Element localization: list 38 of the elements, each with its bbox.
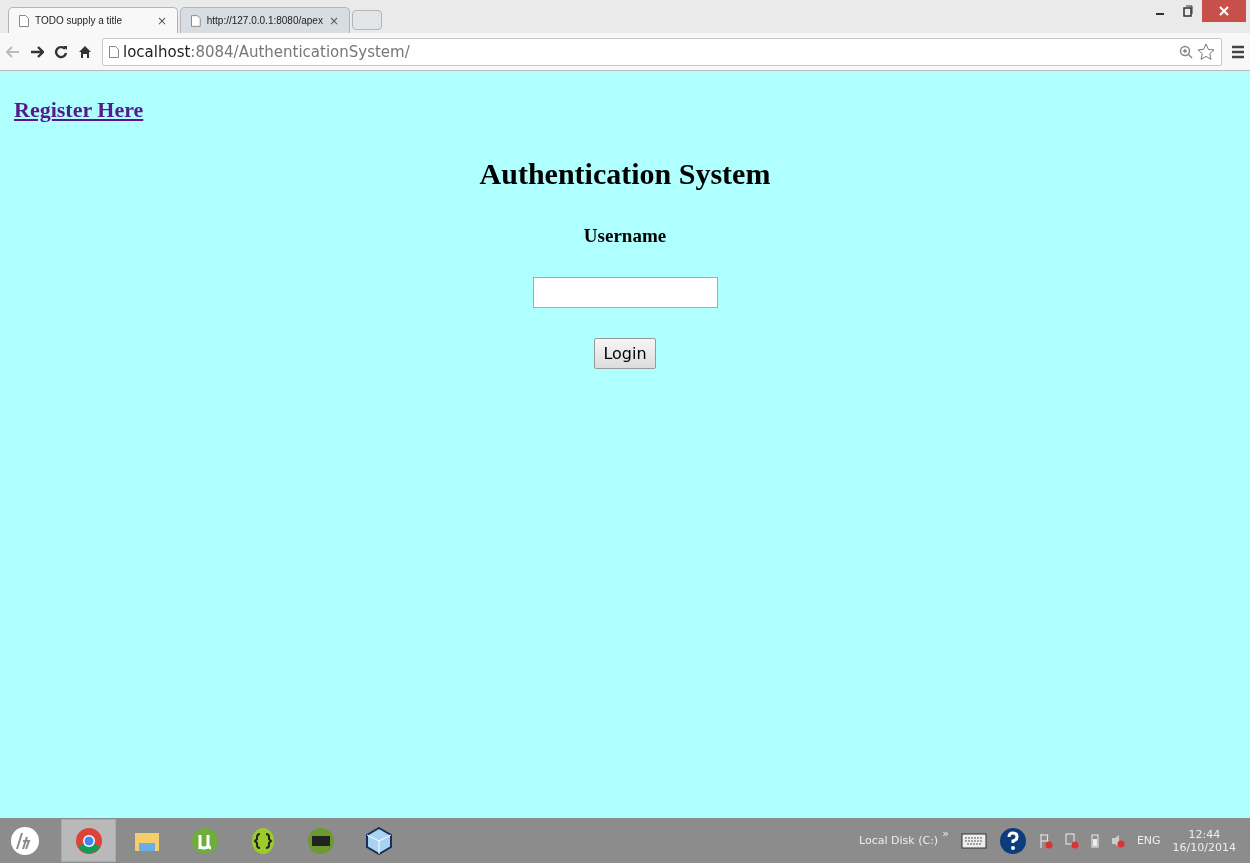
close-icon [1219, 6, 1229, 16]
battery-icon[interactable] [1090, 833, 1099, 848]
address-bar[interactable]: localhost:8084/AuthenticationSystem/ [102, 37, 1222, 66]
flag-error-icon[interactable] [1038, 832, 1053, 849]
browser-icon [74, 826, 103, 855]
tab-title: TODO supply a title [35, 15, 124, 26]
page-icon [191, 14, 201, 27]
speaker-muted-icon[interactable] [1110, 832, 1125, 849]
forward-icon[interactable] [30, 45, 44, 58]
page-icon [19, 14, 29, 27]
menu-icon[interactable] [1232, 44, 1244, 59]
username-label: Username [583, 225, 667, 247]
restore-icon [1183, 5, 1193, 17]
page-heading: Authentication System [479, 157, 771, 191]
page-icon [109, 45, 119, 58]
terminal-icon [306, 826, 335, 855]
minimize-icon [1156, 13, 1164, 15]
star-icon[interactable] [1197, 42, 1215, 61]
url-host: localhost [123, 42, 191, 61]
close-button[interactable] [1202, 0, 1246, 22]
username-input[interactable] [532, 277, 718, 308]
tab-close[interactable]: × [328, 13, 339, 28]
cube-icon [364, 826, 393, 855]
login-button[interactable]: Login [594, 338, 656, 369]
mu-logo-icon [190, 826, 219, 855]
network-error-icon[interactable] [1064, 832, 1079, 849]
tab-close[interactable]: × [156, 13, 167, 28]
keyboard-icon[interactable] [960, 832, 987, 849]
tab-title: http://127.0.0.1:8080/apex [206, 15, 323, 26]
help-icon[interactable] [998, 826, 1027, 855]
logo-icon[interactable] [10, 825, 40, 856]
register-link[interactable]: Register Here [14, 97, 144, 123]
browser-tab[interactable]: TODO supply a title × [8, 7, 178, 33]
browser-tab[interactable]: http://127.0.0.1:8080/apex × [180, 7, 350, 33]
url-path: :8084/AuthenticationSystem/ [190, 42, 411, 61]
reload-icon[interactable] [54, 44, 68, 59]
zoom-icon[interactable] [1179, 44, 1193, 59]
home-icon[interactable] [78, 44, 92, 59]
